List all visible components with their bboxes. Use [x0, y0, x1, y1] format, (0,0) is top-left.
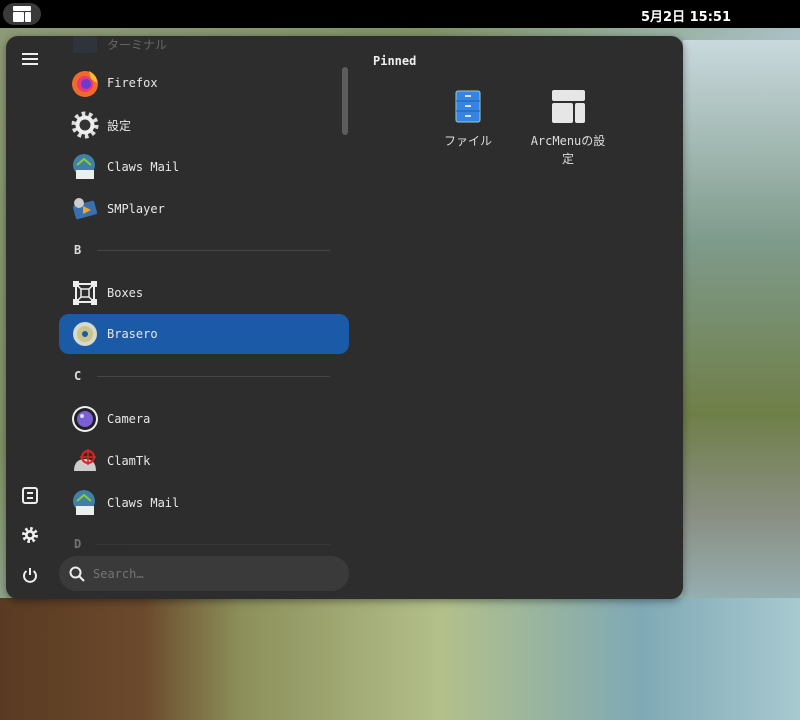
claws-mail-icon	[71, 153, 99, 181]
app-item-settings[interactable]: 設定	[59, 105, 349, 145]
file-cabinet-icon	[423, 86, 513, 126]
camera-icon	[71, 405, 99, 433]
power-icon	[23, 568, 37, 583]
hamburger-icon	[22, 53, 38, 65]
firefox-icon	[71, 69, 99, 97]
power-button[interactable]	[18, 563, 42, 587]
arcmenu-layout-icon	[523, 86, 613, 126]
section-header-d: D	[74, 537, 330, 548]
file-cabinet-icon	[22, 486, 38, 504]
settings-gear-icon	[71, 111, 99, 139]
app-item-claws-mail[interactable]: Claws Mail	[59, 483, 349, 523]
hamburger-button[interactable]	[18, 47, 42, 71]
pinned-item-files[interactable]: ファイル	[423, 86, 513, 150]
terminal-icon	[71, 36, 99, 58]
app-item-brasero[interactable]: Brasero	[59, 314, 349, 354]
app-item-clamtk[interactable]: ClamTk	[59, 441, 349, 481]
arcmenu-layout-icon	[13, 6, 31, 22]
search-input[interactable]	[93, 566, 323, 581]
arc-menu: ターミナル Firefox 設定 Claws Mail SMPlayer B B…	[6, 36, 683, 599]
sidebar	[6, 36, 54, 599]
app-item-smplayer[interactable]: SMPlayer	[59, 189, 349, 229]
settings-button[interactable]	[18, 523, 42, 547]
boxes-icon	[71, 279, 99, 307]
search-box[interactable]	[59, 556, 349, 591]
section-header-b: B	[74, 243, 330, 257]
gear-icon	[22, 527, 38, 543]
clock[interactable]: 5月2日 15:51	[641, 6, 731, 25]
arcmenu-button[interactable]	[3, 3, 41, 25]
app-item-claws-mail[interactable]: Claws Mail	[59, 147, 349, 187]
app-item-firefox[interactable]: Firefox	[59, 63, 349, 103]
app-item-terminal[interactable]: ターミナル	[59, 36, 349, 64]
wallpaper-bottom	[0, 598, 800, 720]
clamtk-icon	[71, 447, 99, 475]
app-item-camera[interactable]: Camera	[59, 399, 349, 439]
claws-mail-icon	[71, 489, 99, 517]
smplayer-icon	[71, 195, 99, 223]
app-item-boxes[interactable]: Boxes	[59, 273, 349, 313]
pinned-title: Pinned	[373, 54, 417, 68]
app-list-scrollbar[interactable]	[342, 67, 348, 135]
app-list: ターミナル Firefox 設定 Claws Mail SMPlayer B B…	[58, 36, 350, 548]
pinned-item-arcmenu-settings[interactable]: ArcMenuの設定	[523, 86, 613, 168]
search-icon	[69, 566, 85, 582]
brasero-disc-icon	[71, 320, 99, 348]
section-header-c: C	[74, 369, 330, 383]
files-button[interactable]	[18, 483, 42, 507]
top-bar: 5月2日 15:51	[0, 0, 800, 28]
